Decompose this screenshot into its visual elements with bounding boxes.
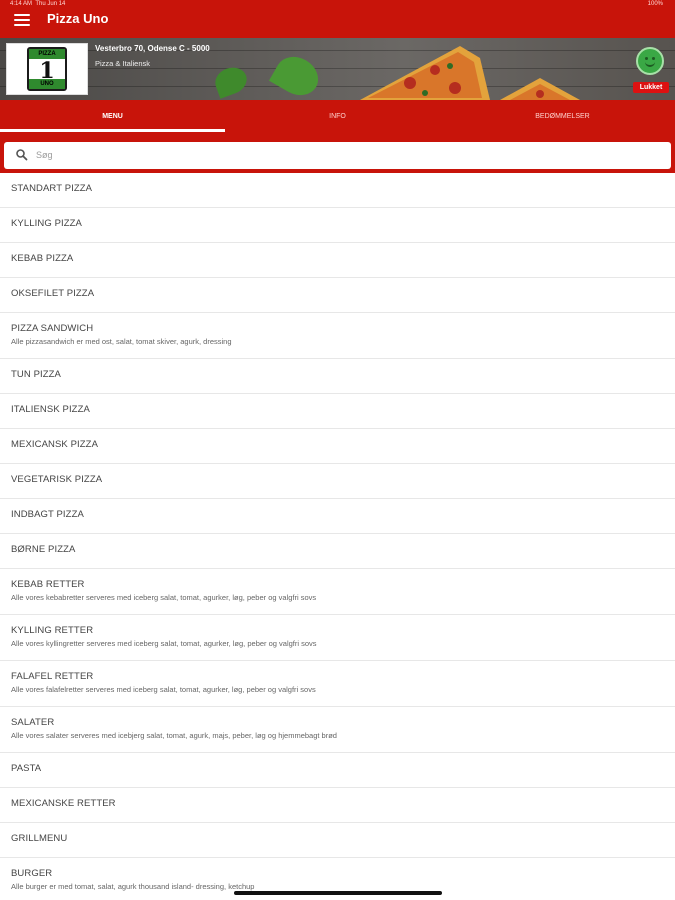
menu-item-name: KEBAB PIZZA [11,253,74,264]
restaurant-cuisine: Pizza & Italiensk [95,59,151,68]
menu-item-name: PASTA [11,763,42,774]
menu-item-name: MEXICANSKE RETTER [11,798,116,809]
status-time: 4:14 AM Thu Jun 14 [10,1,66,7]
menu-item-name: BURGER [11,868,53,879]
menu-item-description: Alle vores kebabretter serveres med iceb… [11,593,317,602]
list-item[interactable]: KYLLING RETTER Alle vores kyllingretter s… [0,615,675,661]
tab-menu[interactable]: MENU [0,100,225,132]
menu-item-name: STANDART PIZZA [11,183,93,194]
status-bar: 4:14 AM Thu Jun 14 100% [0,0,675,8]
list-item[interactable]: MEXICANSKE RETTER [0,788,675,823]
list-item[interactable]: PASTA [0,753,675,788]
menu-item-name: SALATER [11,717,55,728]
list-item[interactable]: STANDART PIZZA [0,173,675,208]
restaurant-address: Vesterbro 70, Odense C - 5000 [95,44,210,53]
menu-item-description: Alle pizzasandwich er med ost, salat, to… [11,337,232,346]
list-item[interactable]: MEXICANSK PIZZA [0,429,675,464]
smiley-icon [636,47,664,75]
list-item[interactable]: KYLLING PIZZA [0,208,675,243]
menu-item-description: Alle burger er med tomat, salat, agurk t… [11,882,255,891]
menu-item-name: GRILLMENU [11,833,68,844]
menu-item-description: Alle vores salater serveres med icebjerg… [11,731,337,740]
list-item[interactable]: SALATER Alle vores salater serveres med i… [0,707,675,753]
list-item[interactable]: INDBAGT PIZZA [0,499,675,534]
menu-item-name: KEBAB RETTER [11,579,85,590]
menu-item-name: KYLLING PIZZA [11,218,82,229]
list-item[interactable]: FALAFEL RETTER Alle vores falafelretter s… [0,661,675,707]
menu-category-list: STANDART PIZZA KYLLING PIZZA KEBAB PIZZA OK… [0,173,675,900]
app-title: Pizza Uno [47,11,109,26]
menu-item-name: MEXICANSK PIZZA [11,439,99,450]
list-item[interactable]: KEBAB RETTER Alle vores kebabretter serve… [0,569,675,615]
tab-reviews[interactable]: BEDØMMELSER [450,100,675,132]
menu-item-name: ITALIENSK PIZZA [11,404,90,415]
menu-item-name: TUN PIZZA [11,369,61,380]
list-item[interactable]: ITALIENSK PIZZA [0,394,675,429]
menu-item-description: Alle vores kyllingretter serveres med ic… [11,639,317,648]
status-badge: Lukket [633,82,669,93]
menu-item-name: BØRNE PIZZA [11,544,76,555]
menu-item-description: Alle vores falafelretter serveres med ic… [11,685,316,694]
pizza-image [360,46,580,100]
battery-level: 100% [647,1,663,7]
tab-info[interactable]: INFO [225,100,450,132]
list-item[interactable]: PIZZA SANDWICH Alle pizzasandwich er med … [0,313,675,359]
menu-item-name: KYLLING RETTER [11,625,94,636]
list-item[interactable]: BØRNE PIZZA [0,534,675,569]
basil-leaf-decoration [268,49,326,100]
list-item[interactable]: KEBAB PIZZA [0,243,675,278]
list-item[interactable]: OKSEFILET PIZZA [0,278,675,313]
menu-item-name: FALAFEL RETTER [11,671,94,682]
list-item[interactable]: VEGETARISK PIZZA [0,464,675,499]
restaurant-logo: PIZZA 1 UNO [6,43,88,95]
search-icon [16,149,28,161]
list-item[interactable]: TUN PIZZA [0,359,675,394]
list-item[interactable]: GRILLMENU [0,823,675,858]
app-bar: Pizza Uno [0,8,675,38]
search-input[interactable] [36,145,636,165]
menu-item-name: INDBAGT PIZZA [11,509,84,520]
hamburger-menu-icon[interactable] [14,14,30,28]
menu-item-name: PIZZA SANDWICH [11,323,94,334]
tab-bar: MENU INFO BEDØMMELSER [0,100,675,132]
home-indicator[interactable] [234,891,442,895]
menu-item-name: VEGETARISK PIZZA [11,474,103,485]
menu-item-name: OKSEFILET PIZZA [11,288,95,299]
